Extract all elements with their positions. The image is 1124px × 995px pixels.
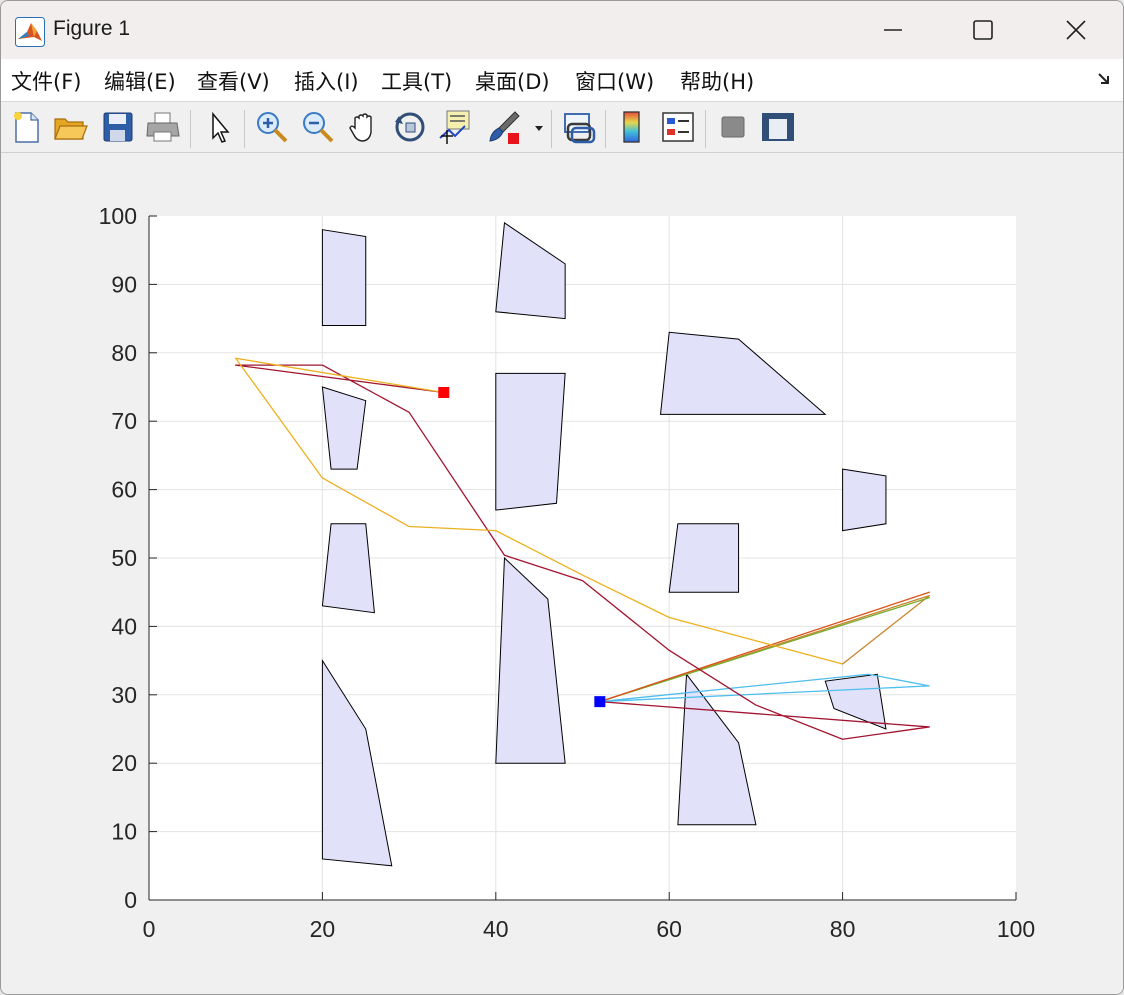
x-tick-label: 40 xyxy=(483,916,509,942)
title-bar[interactable]: Figure 1 xyxy=(1,1,1123,59)
maximize-icon xyxy=(973,20,993,40)
zoom-out-icon[interactable] xyxy=(299,108,337,146)
menu-bar: 文件(F) 编辑(E) 查看(V) 插入(I) 工具(T) 桌面(D) 窗口(W… xyxy=(1,59,1123,102)
toolbar-separator xyxy=(244,110,245,148)
menu-window[interactable]: 窗口(W) xyxy=(575,66,654,96)
figure-canvas: 0 20 40 60 80 100 0 10 20 30 40 50 60 70 80 90 100 xyxy=(1,153,1123,994)
plot-svg[interactable]: 0 20 40 60 80 100 0 10 20 30 40 50 60 70 80 90 100 xyxy=(1,153,1123,994)
figure-toolbar xyxy=(1,102,1123,153)
new-figure-icon[interactable] xyxy=(7,108,45,146)
obstacle-polygon xyxy=(495,372,566,511)
toolbar-separator xyxy=(190,110,191,148)
y-tick-label: 80 xyxy=(111,340,137,366)
toolbar-separator xyxy=(551,110,552,148)
x-tick-label: 0 xyxy=(143,916,156,942)
x-tick-label: 100 xyxy=(997,916,1035,942)
y-tick-label: 70 xyxy=(111,408,137,434)
dock-arrow-icon[interactable] xyxy=(1095,69,1113,87)
menu-file[interactable]: 文件(F) xyxy=(11,66,81,96)
obstacle-polygon xyxy=(321,523,375,614)
close-icon xyxy=(1066,20,1086,40)
y-tick-label: 0 xyxy=(124,887,137,913)
start-marker xyxy=(594,696,606,708)
y-tick-label: 90 xyxy=(111,271,137,297)
toolbar-separator xyxy=(705,110,706,148)
y-tick-label: 50 xyxy=(111,545,137,571)
menu-tools[interactable]: 工具(T) xyxy=(381,66,452,96)
matlab-logo-icon xyxy=(15,17,45,47)
minimize-button[interactable] xyxy=(867,7,919,53)
link-plot-icon[interactable] xyxy=(559,108,597,146)
window-title: Figure 1 xyxy=(53,17,131,40)
data-cursor-icon[interactable] xyxy=(437,108,475,146)
legend-icon[interactable] xyxy=(659,108,697,146)
x-tick-label: 60 xyxy=(656,916,682,942)
save-icon[interactable] xyxy=(99,108,137,146)
print-icon[interactable] xyxy=(144,108,182,146)
zoom-in-icon[interactable] xyxy=(253,108,291,146)
colorbar-icon[interactable] xyxy=(613,108,651,146)
rotate-3d-icon[interactable] xyxy=(391,108,429,146)
y-tick-label: 30 xyxy=(111,682,137,708)
y-tick-label: 40 xyxy=(111,613,137,639)
menu-edit[interactable]: 编辑(E) xyxy=(104,66,176,96)
x-tick-label: 20 xyxy=(310,916,336,942)
figure-window: Figure 1 文件(F) 编辑(E) 查看(V) 插入(I) 工具(T) 桌… xyxy=(0,0,1124,995)
close-button[interactable] xyxy=(1050,7,1102,53)
hide-plot-tools-icon[interactable] xyxy=(714,108,752,146)
obstacle-polygon xyxy=(842,468,887,532)
y-tick-label: 20 xyxy=(111,750,137,776)
y-tick-label: 10 xyxy=(111,819,137,845)
toolbar-separator xyxy=(605,110,606,148)
obstacle-polygon xyxy=(668,523,740,593)
brush-icon[interactable] xyxy=(485,108,523,146)
goal-marker xyxy=(438,386,450,398)
select-arrow-icon[interactable] xyxy=(201,108,239,146)
maximize-button[interactable] xyxy=(957,7,1009,53)
show-plot-tools-icon[interactable] xyxy=(759,108,797,146)
menu-desktop[interactable]: 桌面(D) xyxy=(475,66,550,96)
minimize-icon xyxy=(884,29,902,31)
y-tick-label: 60 xyxy=(111,477,137,503)
menu-insert[interactable]: 插入(I) xyxy=(294,66,359,96)
menu-view[interactable]: 查看(V) xyxy=(197,66,270,96)
obstacle-polygon xyxy=(321,229,367,326)
menu-help[interactable]: 帮助(H) xyxy=(680,66,754,96)
x-tick-label: 80 xyxy=(830,916,856,942)
pan-hand-icon[interactable] xyxy=(345,108,383,146)
open-folder-icon[interactable] xyxy=(51,108,89,146)
y-tick-label: 100 xyxy=(99,203,137,229)
brush-dropdown-icon[interactable] xyxy=(533,122,545,134)
